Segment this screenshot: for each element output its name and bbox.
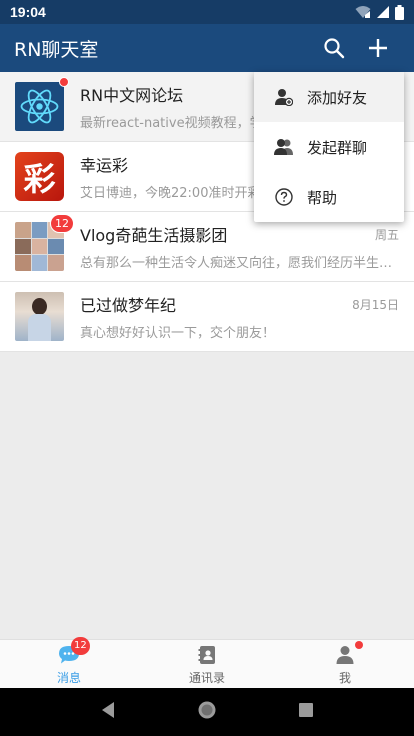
chat-preview: 真心想好好认识一下，交个朋友！	[80, 326, 276, 341]
chat-body: 已过做梦年纪 8月15日 真心想好好认识一下，交个朋友！	[80, 292, 399, 341]
avatar: 12	[15, 214, 74, 271]
react-logo-avatar	[15, 82, 64, 131]
chat-top: 已过做梦年纪 8月15日	[80, 292, 399, 316]
chat-preview: 总有那么一种生活令人痴迷又向往，愿我们经历半生，归来仍是少年	[80, 256, 399, 271]
search-button[interactable]	[312, 26, 356, 70]
photo-avatar	[15, 292, 64, 341]
menu-item-label: 帮助	[307, 188, 338, 207]
system-nav-bar	[0, 688, 414, 736]
signal-icon	[377, 6, 389, 18]
tab-badge: 12	[71, 636, 90, 655]
chat-name: RN中文网论坛	[80, 86, 184, 105]
tab-me[interactable]: 我	[276, 640, 414, 688]
unread-dot	[59, 77, 69, 87]
tab-label: 通讯录	[188, 670, 225, 685]
chat-name: 幸运彩	[80, 156, 129, 175]
chat-bubble-icon: 12	[57, 636, 90, 667]
status-time: 19:04	[10, 4, 46, 20]
contacts-icon	[195, 643, 219, 667]
avatar: 彩	[15, 152, 64, 201]
status-bar: 19:04	[0, 0, 414, 24]
add-person-icon	[274, 87, 294, 107]
chat-item-dream[interactable]: 已过做梦年纪 8月15日 真心想好好认识一下，交个朋友！	[0, 282, 414, 352]
search-icon	[324, 38, 345, 59]
chat-item-vlog-group[interactable]: 12 Vlog奇葩生活摄影团 周五 总有那么一种生活令人痴迷又向往，愿我们经历半…	[0, 212, 414, 282]
react-logo-icon	[20, 89, 59, 124]
back-button[interactable]	[100, 701, 116, 723]
group-icon	[274, 137, 294, 157]
battery-icon	[395, 4, 404, 20]
plus-icon	[369, 39, 387, 57]
lottery-avatar-text: 彩	[23, 159, 56, 198]
menu-item-add-friend[interactable]: 添加好友	[254, 72, 404, 122]
chat-body: Vlog奇葩生活摄影团 周五 总有那么一种生活令人痴迷又向往，愿我们经历半生，归…	[80, 222, 399, 271]
home-button[interactable]	[197, 700, 217, 724]
wifi-icon	[355, 6, 371, 18]
popup-menu: 添加好友 发起群聊 帮助	[254, 72, 404, 222]
chat-time: 8月15日	[352, 297, 399, 312]
recents-square-icon	[298, 703, 313, 717]
avatar	[15, 292, 64, 341]
lottery-avatar: 彩	[15, 152, 64, 201]
chat-top: Vlog奇葩生活摄影团 周五	[80, 222, 399, 246]
menu-item-label: 发起群聊	[307, 138, 368, 157]
app-bar: RN聊天室	[0, 24, 414, 72]
tab-contacts[interactable]: 通讯录	[138, 640, 276, 688]
tab-label: 我	[338, 670, 351, 685]
avatar	[15, 77, 69, 131]
chat-name: 已过做梦年纪	[80, 296, 177, 315]
menu-item-group-chat[interactable]: 发起群聊	[254, 122, 404, 172]
tab-bar: 12 消息 通讯录 我	[0, 636, 414, 688]
menu-item-help[interactable]: 帮助	[254, 172, 404, 222]
chat-time: 周五	[374, 227, 399, 242]
back-triangle-icon	[102, 702, 115, 718]
recents-button[interactable]	[298, 702, 314, 722]
help-icon	[274, 187, 294, 207]
tab-messages[interactable]: 12 消息	[0, 636, 138, 688]
person-icon	[333, 640, 363, 667]
tab-dot	[355, 640, 363, 649]
menu-item-label: 添加好友	[307, 88, 368, 107]
chat-name: Vlog奇葩生活摄影团	[80, 226, 228, 245]
unread-count-badge: 12	[50, 214, 74, 233]
status-icons	[355, 4, 404, 20]
app-title: RN聊天室	[14, 38, 99, 61]
add-button[interactable]	[356, 26, 400, 70]
tab-label: 消息	[56, 670, 81, 685]
home-circle-icon	[198, 701, 216, 719]
